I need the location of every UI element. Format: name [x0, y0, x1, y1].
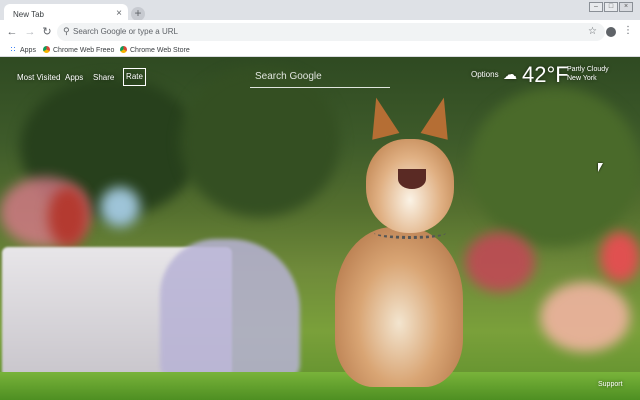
mouse-cursor-icon: [598, 163, 603, 172]
options-link[interactable]: Options: [471, 70, 499, 79]
most-visited-link[interactable]: Most Visited: [17, 73, 60, 83]
toolbar: ← → ↻ ⚲ Search Google or type a URL ☆ ⋮: [0, 20, 640, 44]
tab-close-icon[interactable]: ×: [116, 8, 122, 20]
chrome-web-store-icon: [120, 46, 127, 53]
address-bar[interactable]: ⚲ Search Google or type a URL ☆: [57, 23, 605, 41]
chrome-web-store-icon: [43, 46, 50, 53]
partly-cloudy-icon: ☁: [503, 66, 517, 82]
rate-button[interactable]: Rate: [123, 68, 146, 86]
bookmark-apps[interactable]: Apps: [10, 45, 36, 56]
weather-temperature: 42°F: [522, 62, 569, 87]
back-icon[interactable]: ←: [6, 26, 18, 38]
bookmarks-bar: Apps Chrome Web Freeo Chrome Web Store: [0, 44, 640, 57]
support-link[interactable]: Support: [598, 381, 623, 388]
reload-icon[interactable]: ↻: [41, 26, 53, 38]
new-tab-button[interactable]: +: [131, 7, 145, 21]
profile-icon[interactable]: [606, 27, 616, 37]
background-photo: [0, 57, 640, 400]
weather-city: New York: [567, 75, 597, 82]
bookmark-star-icon[interactable]: ☆: [588, 26, 597, 37]
tab-title: New Tab: [13, 10, 44, 19]
close-window-icon[interactable]: ×: [619, 2, 633, 12]
google-search-box: [250, 66, 390, 88]
apps-grid-icon: [10, 46, 17, 53]
dog: [335, 227, 463, 387]
search-icon: ⚲: [63, 26, 70, 36]
forward-icon[interactable]: →: [24, 26, 36, 38]
google-search-input[interactable]: [250, 66, 390, 86]
share-link[interactable]: Share: [93, 73, 114, 83]
menu-kebab-icon[interactable]: ⋮: [623, 25, 633, 37]
bookmark-chrome-web-freeo[interactable]: Chrome Web Freeo: [43, 45, 114, 56]
bookmark-chrome-web-store[interactable]: Chrome Web Store: [120, 45, 190, 56]
apps-link[interactable]: Apps: [65, 73, 83, 83]
address-bar-placeholder: Search Google or type a URL: [73, 27, 178, 36]
weather-condition: Partly Cloudy: [567, 66, 609, 73]
minimize-icon[interactable]: –: [589, 2, 603, 12]
maximize-icon[interactable]: □: [604, 2, 618, 12]
